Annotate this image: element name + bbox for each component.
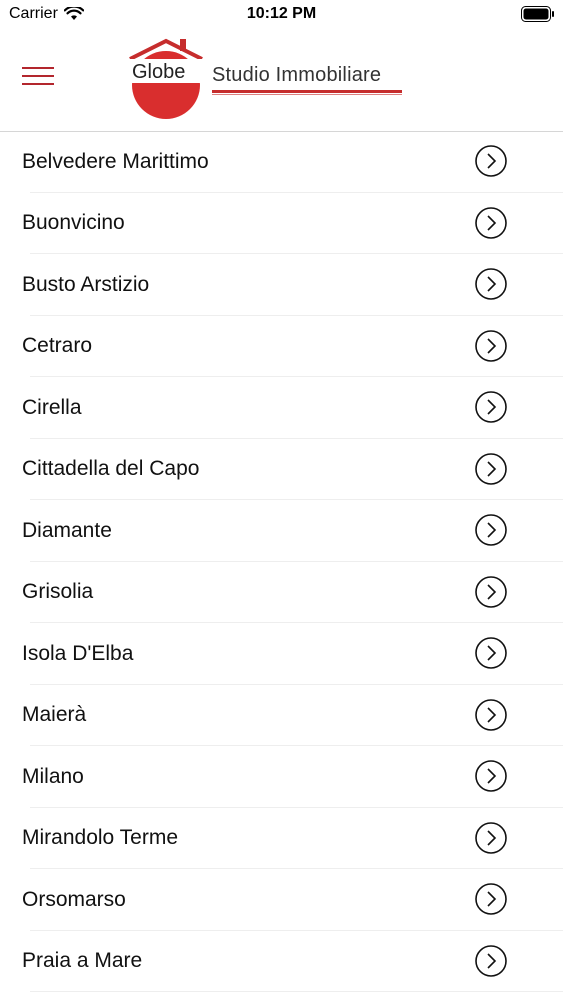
chevron-right-circle-icon[interactable] — [475, 698, 507, 731]
list-item[interactable]: Milano — [0, 746, 563, 808]
list-item[interactable]: Orsomarso — [0, 869, 563, 931]
globe-house-logo-icon: Globe — [129, 38, 203, 119]
list-item[interactable]: Busto Arstizio — [0, 254, 563, 316]
chevron-right-circle-icon[interactable] — [475, 452, 507, 485]
chevron-right-circle-icon[interactable] — [475, 206, 507, 239]
city-list: Belvedere Marittimo Buonvicino Busto Ars… — [0, 131, 563, 992]
menu-button[interactable] — [22, 67, 54, 91]
chevron-right-circle-icon[interactable] — [475, 760, 507, 792]
chevron-right-circle-icon[interactable] — [475, 944, 507, 977]
list-item[interactable]: Diamante — [0, 500, 563, 562]
list-item[interactable]: Grisolia — [0, 562, 563, 624]
city-label: Belvedere Marittimo — [22, 149, 209, 173]
hamburger-line — [22, 75, 54, 77]
logo-word: Globe — [132, 61, 185, 83]
hamburger-icon — [22, 67, 54, 69]
city-label: Busto Arstizio — [22, 272, 150, 296]
chevron-right-circle-icon[interactable] — [475, 145, 507, 177]
list-item[interactable]: Cetraro — [0, 316, 563, 378]
chevron-right-circle-icon[interactable] — [475, 514, 507, 546]
chevron-right-circle-icon[interactable] — [475, 575, 507, 608]
city-label: Maierà — [22, 703, 87, 727]
chevron-right-circle-icon[interactable] — [475, 268, 507, 300]
city-label: Isola D'Elba — [22, 641, 134, 665]
city-label: Mirandolo Terme — [22, 826, 179, 850]
list-item[interactable]: Isola D'Elba — [0, 623, 563, 685]
app-header: Globe Studio Immobiliare — [0, 30, 563, 132]
chevron-right-circle-icon[interactable] — [475, 329, 507, 362]
list-item[interactable]: Cittadella del Capo — [0, 439, 563, 501]
logo-tagline: Studio Immobiliare — [212, 64, 382, 86]
city-label: Orsomarso — [22, 887, 126, 911]
city-label: Milano — [22, 764, 84, 788]
city-label: Grisolia — [22, 580, 94, 604]
city-label: Cirella — [22, 395, 82, 419]
logo-underline-secondary — [212, 94, 402, 95]
list-item[interactable]: Belvedere Marittimo — [0, 131, 563, 193]
chevron-right-circle-icon[interactable] — [475, 391, 507, 423]
chevron-right-circle-icon[interactable] — [475, 883, 507, 915]
city-label: Cittadella del Capo — [22, 457, 200, 481]
chevron-right-circle-icon[interactable] — [475, 821, 507, 854]
list-item[interactable]: Mirandolo Terme — [0, 808, 563, 870]
battery-icon — [521, 6, 555, 27]
city-label: Diamante — [22, 518, 112, 542]
city-label: Praia a Mare — [22, 949, 143, 973]
hamburger-line — [22, 83, 54, 85]
city-label: Cetraro — [22, 334, 93, 358]
city-label: Buonvicino — [22, 211, 125, 235]
list-item[interactable]: Praia a Mare — [0, 931, 563, 993]
list-item[interactable]: Cirella — [0, 377, 563, 439]
status-bar: Carrier 10:12 PM — [0, 0, 563, 30]
chevron-right-circle-icon[interactable] — [475, 637, 507, 669]
status-time: 10:12 PM — [246, 5, 317, 22]
list-item[interactable]: Buonvicino — [0, 193, 563, 255]
logo-underline — [212, 90, 402, 93]
list-item[interactable]: Maierà — [0, 685, 563, 747]
